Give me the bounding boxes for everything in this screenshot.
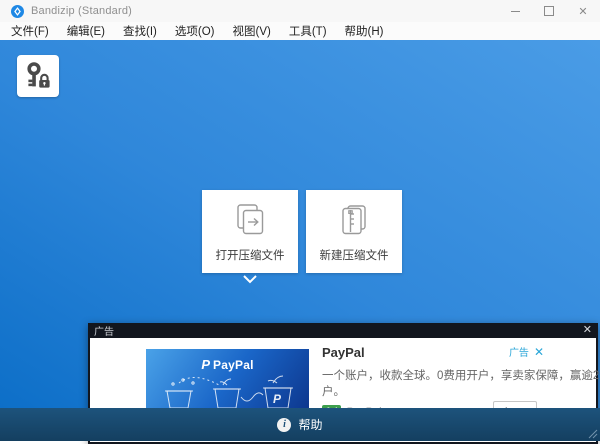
menu-bar: 文件(F) 编辑(E) 查找(I) 选项(O) 视图(V) 工具(T) 帮助(H… <box>0 22 600 40</box>
menu-view[interactable]: 视图(V) <box>224 22 280 40</box>
ad-popup-titlebar: 广告 ✕ <box>88 323 598 339</box>
bandizip-logo-icon <box>11 4 24 18</box>
ad-corner-controls: 广告 ✕ <box>509 344 544 360</box>
menu-file[interactable]: 文件(F) <box>2 22 58 40</box>
minimize-button[interactable] <box>498 0 532 22</box>
resize-grip-icon[interactable] <box>588 429 598 439</box>
maximize-icon <box>544 6 554 16</box>
ad-heading: PayPal <box>322 345 365 360</box>
menu-options[interactable]: 选项(O) <box>166 22 224 40</box>
new-archive-button[interactable]: 新建压缩文件 <box>306 190 402 273</box>
menu-tools[interactable]: 工具(T) <box>280 22 336 40</box>
paypal-p-icon: P <box>201 357 211 372</box>
ad-corner-close-icon[interactable]: ✕ <box>534 345 544 359</box>
menu-edit[interactable]: 编辑(E) <box>58 22 114 40</box>
bandizip-window: { "titlebar": { "title": "Bandizip (Stan… <box>0 0 600 444</box>
window-title: Bandizip (Standard) <box>31 5 133 17</box>
open-archive-label: 打开压缩文件 <box>215 249 285 262</box>
maximize-button[interactable] <box>532 0 566 22</box>
password-manager-button[interactable] <box>17 55 59 97</box>
menu-find[interactable]: 查找(I) <box>114 22 166 40</box>
window-controls: ✕ <box>498 0 600 22</box>
close-button[interactable]: ✕ <box>566 0 600 22</box>
ad-description: 一个账户，收款全球。0费用开户，享卖家保障，赢逾2亿用户。 <box>322 370 600 398</box>
close-icon: ✕ <box>578 5 588 18</box>
ad-corner-label[interactable]: 广告 <box>509 344 529 359</box>
title-bar: Bandizip (Standard) ✕ <box>0 0 600 22</box>
ad-popup-close-icon[interactable]: ✕ <box>583 325 592 336</box>
info-icon: i <box>277 417 292 432</box>
open-archive-button[interactable]: 打开压缩文件 <box>202 190 298 273</box>
bucket-illustration: P <box>165 375 293 409</box>
menu-help[interactable]: 帮助(H) <box>336 22 393 40</box>
minimize-icon <box>510 10 520 12</box>
ad-popup-title: 广告 <box>94 327 114 338</box>
key-lock-icon <box>27 62 50 88</box>
chevron-down-icon[interactable] <box>240 274 260 284</box>
status-bar: i 帮助 <box>0 408 600 441</box>
paypal-logo: P PayPal <box>201 357 254 372</box>
open-archive-icon <box>237 203 264 234</box>
main-workspace: 打开压缩文件 新建压缩文件 广告 ✕ P PayPal P PayPal 广告 … <box>0 40 600 444</box>
new-archive-icon <box>342 204 366 234</box>
new-archive-label: 新建压缩文件 <box>319 249 389 262</box>
help-button[interactable]: 帮助 <box>298 416 322 433</box>
svg-text:P: P <box>273 392 282 406</box>
